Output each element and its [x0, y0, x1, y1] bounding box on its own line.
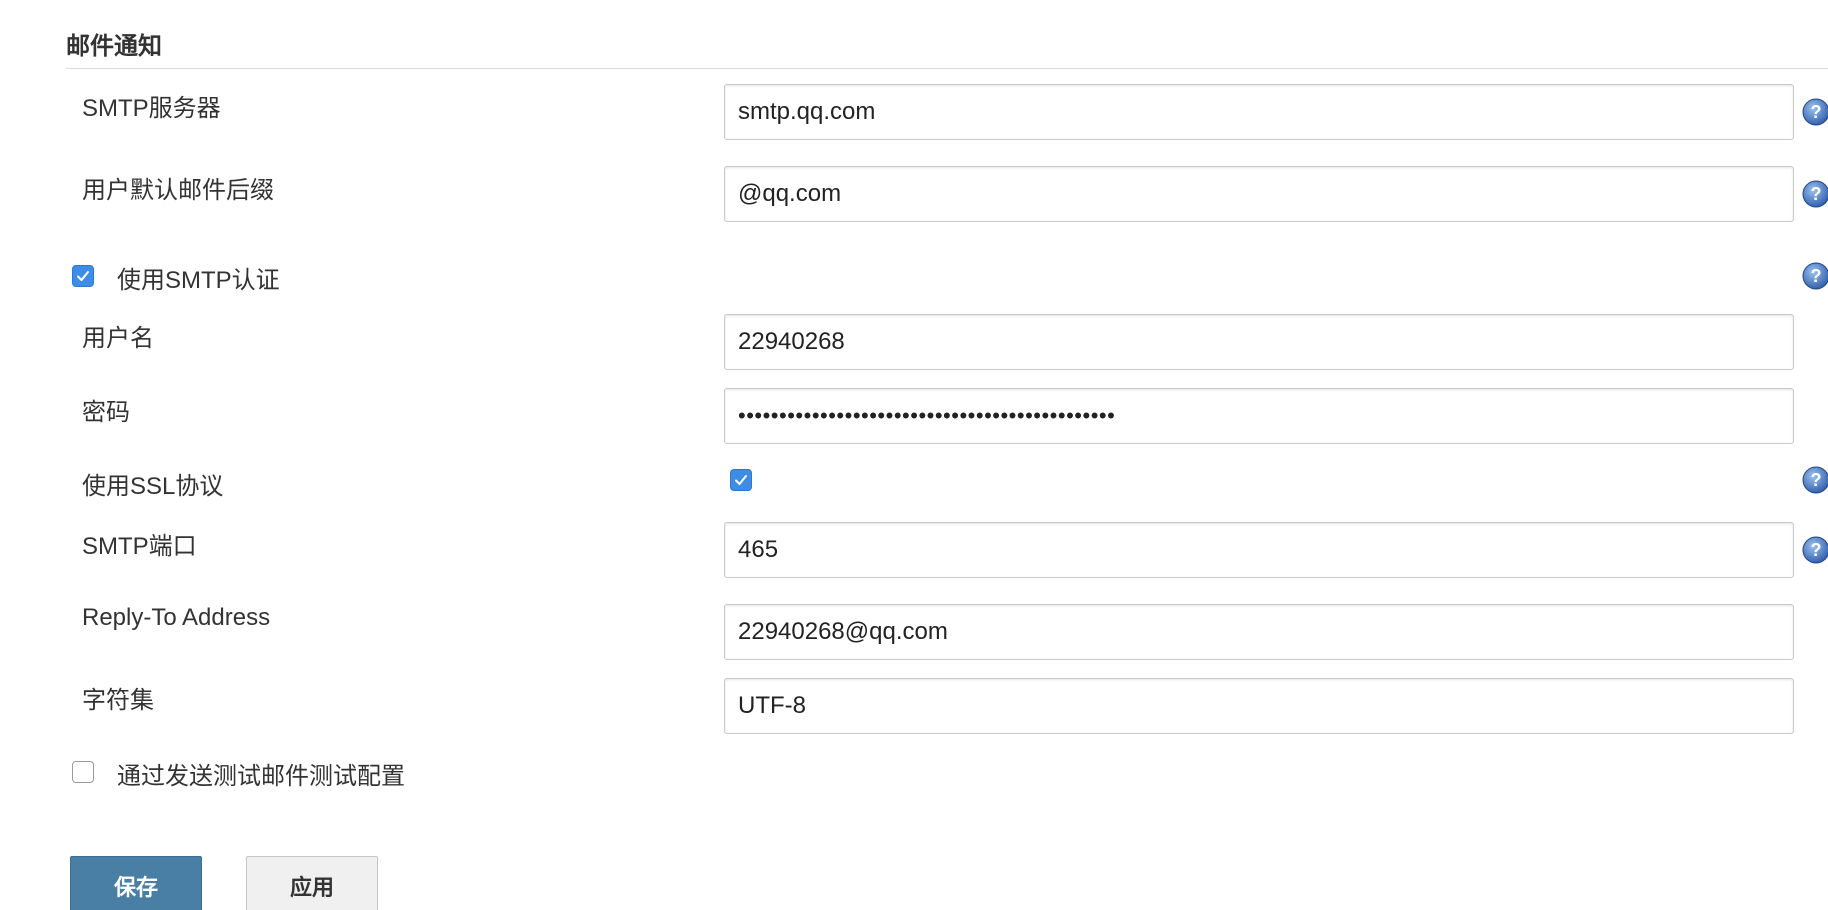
default-suffix-label: 用户默认邮件后缀 [82, 177, 274, 204]
use-smtp-auth-checkbox[interactable] [72, 265, 94, 287]
default-suffix-input[interactable] [724, 166, 1794, 222]
username-input[interactable] [724, 314, 1794, 370]
svg-text:?: ? [1811, 540, 1822, 560]
email-notification-config: 邮件通知 SMTP服务器 ? 用户默认邮件后缀 ? 使用SMTP认证 ? 用户名… [0, 0, 1828, 910]
reply-to-label: Reply-To Address [82, 604, 271, 631]
help-icon[interactable]: ? [1802, 180, 1828, 208]
section-title: 邮件通知 [66, 33, 162, 60]
section-divider [66, 68, 1828, 69]
charset-label: 字符集 [82, 687, 154, 714]
reply-to-input[interactable] [724, 604, 1794, 660]
help-icon[interactable]: ? [1802, 536, 1828, 564]
check-icon [77, 271, 89, 281]
help-icon[interactable]: ? [1802, 466, 1828, 494]
save-button[interactable]: 保存 [70, 856, 202, 910]
smtp-server-input[interactable] [724, 84, 1794, 140]
test-config-label: 通过发送测试邮件测试配置 [117, 763, 405, 790]
use-ssl-label: 使用SSL协议 [82, 473, 224, 500]
smtp-port-label: SMTP端口 [82, 533, 197, 560]
help-icon[interactable]: ? [1802, 262, 1828, 290]
use-ssl-checkbox[interactable] [730, 469, 752, 491]
help-icon[interactable]: ? [1802, 98, 1828, 126]
apply-button[interactable]: 应用 [246, 856, 378, 910]
svg-text:?: ? [1811, 102, 1822, 122]
svg-text:?: ? [1811, 266, 1822, 286]
check-icon [735, 475, 747, 485]
use-smtp-auth-label: 使用SMTP认证 [117, 267, 280, 294]
password-label: 密码 [82, 399, 130, 426]
username-label: 用户名 [82, 325, 154, 352]
charset-input[interactable] [724, 678, 1794, 734]
svg-text:?: ? [1811, 470, 1822, 490]
svg-text:?: ? [1811, 184, 1822, 204]
password-input[interactable] [724, 388, 1794, 444]
smtp-port-input[interactable] [724, 522, 1794, 578]
test-config-checkbox[interactable] [72, 761, 94, 783]
smtp-server-label: SMTP服务器 [82, 95, 221, 122]
